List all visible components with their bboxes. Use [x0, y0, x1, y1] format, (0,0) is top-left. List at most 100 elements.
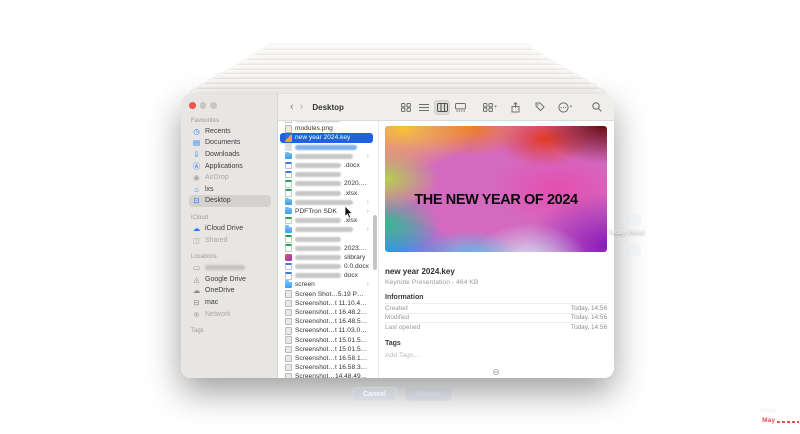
show-more-button[interactable]: ⊖ More... [385, 368, 607, 378]
sidebar-item-recents[interactable]: ◷Recents [189, 126, 271, 138]
file-row-new-year-2024-key[interactable]: new year 2024.key [280, 133, 373, 142]
timeline-tick[interactable] [790, 234, 800, 235]
icon-view-button[interactable] [398, 100, 414, 115]
timeline-tick[interactable] [790, 378, 800, 379]
cancel-button[interactable]: Cancel [352, 387, 397, 401]
timeline-tick[interactable] [790, 279, 800, 280]
timemachine-back-button[interactable]: ⌃ [624, 214, 641, 226]
forward-icon[interactable]: › [297, 102, 307, 113]
sidebar-item-google-drive[interactable]: ◬Google Drive [189, 273, 271, 285]
file-row-screenshot-t-11-03-02-png[interactable]: Screenshot…t 11.03.02.png [280, 326, 373, 335]
timeline-tick[interactable] [790, 306, 800, 307]
timeline-tick[interactable] [790, 360, 800, 361]
more-actions-button[interactable]: ▾ [557, 100, 573, 115]
sidebar-item-redacted[interactable]: ▭ [189, 262, 271, 274]
restore-button[interactable]: Restore [405, 387, 452, 401]
timeline-tick[interactable] [790, 117, 800, 118]
timeline-tick[interactable] [790, 288, 800, 289]
timeline-may-label[interactable]: May [762, 417, 775, 424]
file-row[interactable]: › [280, 152, 373, 161]
file-row-modules-png[interactable]: modules.png [280, 124, 373, 133]
share-icon[interactable] [507, 100, 523, 115]
timeline-tick[interactable] [790, 387, 800, 388]
sidebar-item-lxs[interactable]: ⌂lxs [189, 183, 271, 195]
timeline-tick[interactable] [790, 342, 800, 343]
file-row[interactable]: › [280, 225, 373, 234]
file-row[interactable]: .xlsx [280, 216, 373, 225]
timeline-tick[interactable] [790, 369, 800, 370]
timeline-tick[interactable] [790, 261, 800, 262]
sidebar-item-onedrive[interactable]: ☁OneDrive [189, 285, 271, 297]
timeline-tick[interactable] [790, 135, 800, 136]
search-icon[interactable] [589, 100, 605, 115]
tag-icon[interactable] [532, 100, 548, 115]
timeline-tick[interactable] [790, 207, 800, 208]
sidebar-item-applications[interactable]: ⒶApplications [189, 160, 271, 172]
file-row[interactable] [280, 234, 373, 243]
sidebar-item-network[interactable]: ⊕Network [189, 308, 271, 320]
sidebar-item-downloads[interactable]: ⇩Downloads [189, 149, 271, 161]
file-row[interactable]: .xlsx [280, 189, 373, 198]
file-row[interactable]: 2020.xlsx [280, 179, 373, 188]
file-row-screenshot-t-16-58-35-png[interactable]: Screenshot…t 16.58.35.png [280, 363, 373, 372]
timeline-tick[interactable] [790, 198, 800, 199]
timeline-tick[interactable] [790, 297, 800, 298]
timeline-today-label[interactable]: Today [758, 407, 776, 414]
timeline-tick[interactable] [790, 108, 800, 109]
file-row-screenshot-t-15-01-58-png[interactable]: Screenshot…t 15.01.58.png [280, 336, 373, 345]
back-icon[interactable]: ‹ [287, 102, 297, 113]
timeline-tick[interactable] [790, 189, 800, 190]
file-row[interactable]: .docx [280, 161, 373, 170]
timeline-tick[interactable] [790, 333, 800, 334]
sidebar-item-documents[interactable]: ▤Documents [189, 137, 271, 149]
timeline-tick[interactable] [790, 162, 800, 163]
timeline-tick[interactable] [790, 153, 800, 154]
file-row[interactable]: › [280, 198, 373, 207]
file-row[interactable] [280, 143, 373, 152]
close-button[interactable] [189, 102, 196, 109]
file-row[interactable]: 2023.xlsx [280, 244, 373, 253]
timeline-tick[interactable] [790, 171, 800, 172]
column-view-button[interactable] [434, 100, 450, 115]
file-row-pdftron-sdk[interactable]: PDFTron SDK› [280, 207, 373, 216]
timeline-tick[interactable] [790, 315, 800, 316]
timeline-tick[interactable] [790, 243, 800, 244]
sidebar-item-shared[interactable]: ◫Shared [189, 234, 271, 246]
file-row-screenshot-t-16-58-19-png[interactable]: Screenshot…t 16.58.19.png [280, 354, 373, 363]
file-list-scrollbar[interactable] [373, 215, 377, 270]
timeline-tick[interactable] [790, 252, 800, 253]
sidebar-item-mac[interactable]: ⊟mac [189, 297, 271, 309]
timemachine-forward-button[interactable]: ⌄ [624, 244, 641, 256]
sidebar-item-icloud-drive[interactable]: ☁iCloud Drive [189, 223, 271, 235]
zoom-button[interactable] [210, 102, 217, 109]
timeline-tick[interactable] [790, 225, 800, 226]
file-row-screenshot-14-48-49-png[interactable]: Screenshot…14.48.49.png [280, 372, 373, 378]
timeline-tick[interactable] [790, 324, 800, 325]
list-view-button[interactable] [416, 100, 432, 115]
sidebar-item-airdrop[interactable]: ◉AirDrop [189, 172, 271, 184]
file-row[interactable]: 0.0.docx [280, 262, 373, 271]
timeline-tick[interactable] [790, 99, 800, 100]
timeline-tick[interactable] [790, 351, 800, 352]
file-row[interactable]: docx [280, 271, 373, 280]
timeline-tick[interactable] [790, 90, 800, 91]
file-row-screenshot-t-16-48-21-png[interactable]: Screenshot…t 16.48.21.png [280, 308, 373, 317]
keynote-preview-thumbnail[interactable]: THE NEW YEAR OF 2024 [385, 126, 607, 252]
timeline-tick[interactable] [790, 144, 800, 145]
gallery-view-button[interactable] [452, 100, 468, 115]
sidebar-item-desktop[interactable]: ⊡Desktop [189, 195, 271, 207]
timeline-tick[interactable] [790, 396, 800, 397]
file-row-screen[interactable]: screen› [280, 280, 373, 289]
timeline-tick[interactable] [790, 126, 800, 127]
group-menu-button[interactable]: ▾ [482, 100, 498, 115]
file-row-screen-shot-5-19-pm-png[interactable]: Screen Shot…5.19 PM.png [280, 290, 373, 299]
timeline-tick[interactable] [790, 216, 800, 217]
file-row[interactable]: slibrary [280, 253, 373, 262]
add-tags-field[interactable]: Add Tags... [385, 352, 607, 359]
timeline-tick[interactable] [790, 180, 800, 181]
file-row-screenshot-t-15-01-57-png[interactable]: Screenshot…t 15.01.57.png [280, 345, 373, 354]
timeline-tick[interactable] [790, 270, 800, 271]
file-row-screenshot-t-16-48-53-png[interactable]: Screenshot…t 16.48.53.png [280, 317, 373, 326]
file-row-screenshot-t-11-10-46-png[interactable]: Screenshot…t 11.10.46.png [280, 299, 373, 308]
file-row[interactable] [280, 170, 373, 179]
